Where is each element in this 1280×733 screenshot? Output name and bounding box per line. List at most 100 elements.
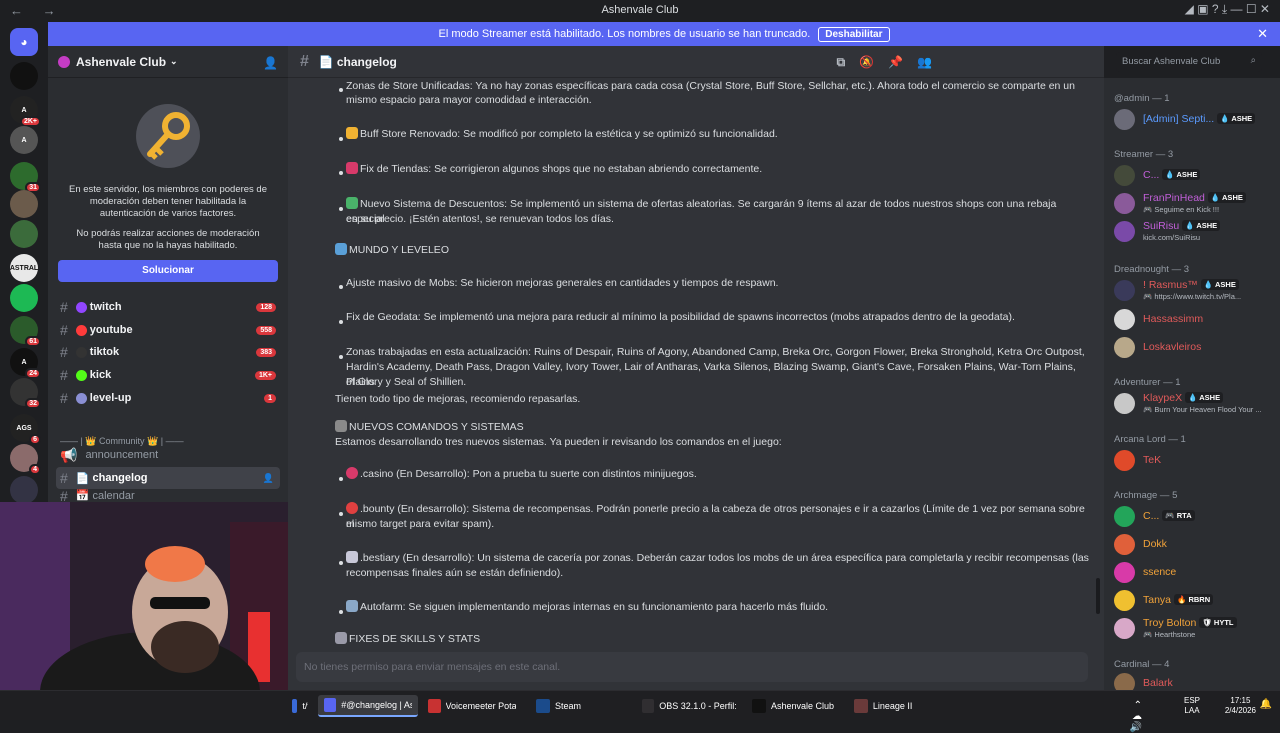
channel-tiktok[interactable]: # tiktok 383 — [56, 341, 280, 363]
member-item[interactable]: ssence — [1114, 560, 1276, 586]
members-icon[interactable]: 👥 — [917, 55, 932, 70]
taskbar-app[interactable]: Ashenvale Club — [746, 695, 846, 717]
threads-icon[interactable]: ⧉ — [837, 55, 846, 70]
channel-twitch[interactable]: # twitch 128 — [56, 296, 280, 318]
taskbar-app[interactable]: Lineage II — [848, 695, 918, 717]
taskbar-app[interactable]: Steam — [530, 695, 630, 717]
mention-badge: 1K+ — [254, 370, 276, 380]
member-item[interactable]: Balark — [1114, 671, 1276, 690]
member-item[interactable]: Dokk — [1114, 532, 1276, 558]
channel-changelog[interactable]: # 📄 changelog 👤 — [56, 467, 280, 489]
server-icon[interactable]: A 24 — [10, 348, 41, 379]
disable-streamer-button[interactable]: Deshabilitar — [818, 26, 890, 42]
member-name-row: [Admin] Septi... 💧 ASHE — [1143, 113, 1256, 125]
taskbar-app[interactable]: t/f... — [286, 695, 314, 717]
member-item[interactable]: Troy Bolton 🛡 HYTL 🎮 Hearthstone — [1114, 616, 1276, 642]
member-name-row: Tanya 🔥 RBRN — [1143, 594, 1214, 606]
taskbar-app[interactable]: #@changelog | As... — [318, 695, 418, 717]
message-line: recompensas finales aún se están definie… — [346, 567, 564, 579]
add-member-icon[interactable]: 👤 — [263, 56, 278, 70]
server-icon[interactable] — [10, 284, 38, 312]
avatar — [1114, 673, 1135, 690]
mfa-text: En este servidor, los miembros con poder… — [68, 184, 267, 219]
server-icon[interactable] — [10, 62, 38, 90]
server-icon[interactable]: A — [10, 126, 38, 154]
unread-badge: 32 — [25, 398, 41, 409]
taskbar-app[interactable]: OBS 32.1.0 - Perfil: ... — [636, 695, 742, 717]
chevron-down-icon[interactable]: ⌄ — [170, 56, 178, 67]
member-item[interactable]: FranPinHead 💧 ASHE 🎮 Seguime en Kick !!! — [1114, 191, 1276, 217]
server-icon[interactable]: 61 — [10, 316, 41, 347]
member-item[interactable]: Loskavleiros — [1114, 335, 1276, 361]
member-name-row: SuiRisu 💧 ASHE — [1143, 220, 1221, 232]
server-icon[interactable]: AGS 6 — [10, 414, 41, 445]
window-title: Ashenvale Club — [601, 4, 679, 16]
member-item[interactable]: KlaypeX 💧 ASHE 🎮 Burn Your Heaven Flood Yo… — [1114, 391, 1276, 417]
channel-level-up[interactable]: # level-up 1 — [56, 387, 280, 409]
scrollbar[interactable] — [1096, 578, 1100, 614]
member-item[interactable]: C... 🎮 RTA — [1114, 504, 1276, 530]
member-name: Hassassimm — [1143, 313, 1204, 325]
avatar — [1114, 109, 1135, 130]
solve-button[interactable]: Solucionar — [58, 260, 278, 282]
add-member-icon[interactable]: 👤 — [263, 473, 274, 484]
member-item[interactable]: Tanya 🔥 RBRN — [1114, 588, 1276, 614]
member-item[interactable]: Hassassimm — [1114, 307, 1276, 333]
member-item[interactable]: ! Rasmus™ 💧 ASHE 🎮 https://www.twitch.tv/P… — [1114, 278, 1276, 304]
channel-youtube[interactable]: # youtube 558 — [56, 319, 280, 341]
server-initials: ASTRAL — [9, 264, 39, 272]
guild-tag-badge: 💧 ASHE — [1162, 169, 1201, 180]
taskbar-app[interactable]: Voicemeeter Potato — [422, 695, 522, 717]
member-name: C... — [1143, 169, 1160, 181]
server-icon[interactable]: A 2K+ — [10, 96, 41, 127]
avatar — [1114, 337, 1135, 358]
mute-icon[interactable]: 🔕 — [859, 55, 874, 70]
bell-icon[interactable]: 🔔 — [1260, 699, 1272, 710]
member-item[interactable]: [Admin] Septi... 💧 ASHE — [1114, 107, 1276, 133]
channel-kick[interactable]: # kick 1K+ — [56, 364, 280, 386]
app-label: Voicemeeter Potato — [445, 701, 516, 711]
server-icon[interactable]: 32 — [10, 378, 41, 409]
member-name-row: C... 💧 ASHE — [1143, 169, 1201, 181]
server-icon[interactable] — [10, 476, 38, 504]
server-icon[interactable] — [10, 190, 38, 218]
window-controls[interactable]: ◢ ▣ ? ⤓ — ☐ ✕ — [1185, 2, 1270, 17]
member-status: 🎮 Hearthstone — [1143, 630, 1196, 639]
member-name: C... — [1143, 510, 1160, 522]
channel-announcement[interactable]: 📢 announcement — [56, 444, 280, 466]
search-input[interactable]: Buscar Ashenvale Club ⌕ — [1116, 52, 1262, 72]
channel-emoji-icon — [75, 324, 87, 336]
gift-icon — [346, 162, 358, 174]
member-name: ! Rasmus™ — [1143, 279, 1198, 291]
message-input[interactable]: No tienes permiso para enviar mensajes e… — [296, 652, 1088, 682]
channel-calendar[interactable]: # 📅 calendar — [56, 489, 280, 502]
mfa-notice: En este servidor, los miembros con poder… — [48, 78, 288, 252]
server-icon[interactable]: ◕ — [10, 28, 38, 56]
clock[interactable]: 17:15 2/4/2026 — [1225, 696, 1256, 716]
avatar — [1114, 221, 1135, 242]
pin-icon[interactable]: 📌 — [888, 55, 903, 70]
member-name-row: Hassassimm — [1143, 313, 1203, 325]
app-label: t/f... — [302, 701, 308, 711]
search-icon: ⌕ — [1250, 55, 1256, 66]
app-label: Ashenvale Club — [771, 701, 835, 711]
server-icon[interactable]: ASTRAL — [10, 254, 38, 282]
language-indicator[interactable]: ESP LAA — [1184, 696, 1200, 716]
server-header[interactable]: Ashenvale Club ⌄ 👤 — [48, 46, 288, 78]
member-item[interactable]: SuiRisu 💧 ASHE kick.com/SuiRisu — [1114, 219, 1276, 245]
server-icon[interactable] — [10, 220, 38, 248]
member-item[interactable]: TeK — [1114, 448, 1276, 474]
server-initials: A — [21, 136, 27, 144]
tray-icons[interactable]: ⌃ ☁ 🔊 — [1130, 700, 1142, 733]
member-name: SuiRisu — [1143, 220, 1180, 232]
map-icon — [335, 243, 347, 255]
member-status: 🎮 https://www.twitch.tv/Pla... — [1143, 292, 1242, 301]
avatar — [1114, 506, 1135, 527]
server-icon[interactable]: 31 — [10, 162, 41, 193]
member-item[interactable]: C... 💧 ASHE — [1114, 163, 1276, 189]
mention-badge: 128 — [256, 302, 276, 312]
server-icon[interactable]: 4 — [10, 444, 41, 475]
close-icon[interactable]: ✕ — [1257, 26, 1268, 42]
channel-emoji-icon — [75, 369, 87, 381]
member-name-row: Dokk — [1143, 538, 1167, 550]
